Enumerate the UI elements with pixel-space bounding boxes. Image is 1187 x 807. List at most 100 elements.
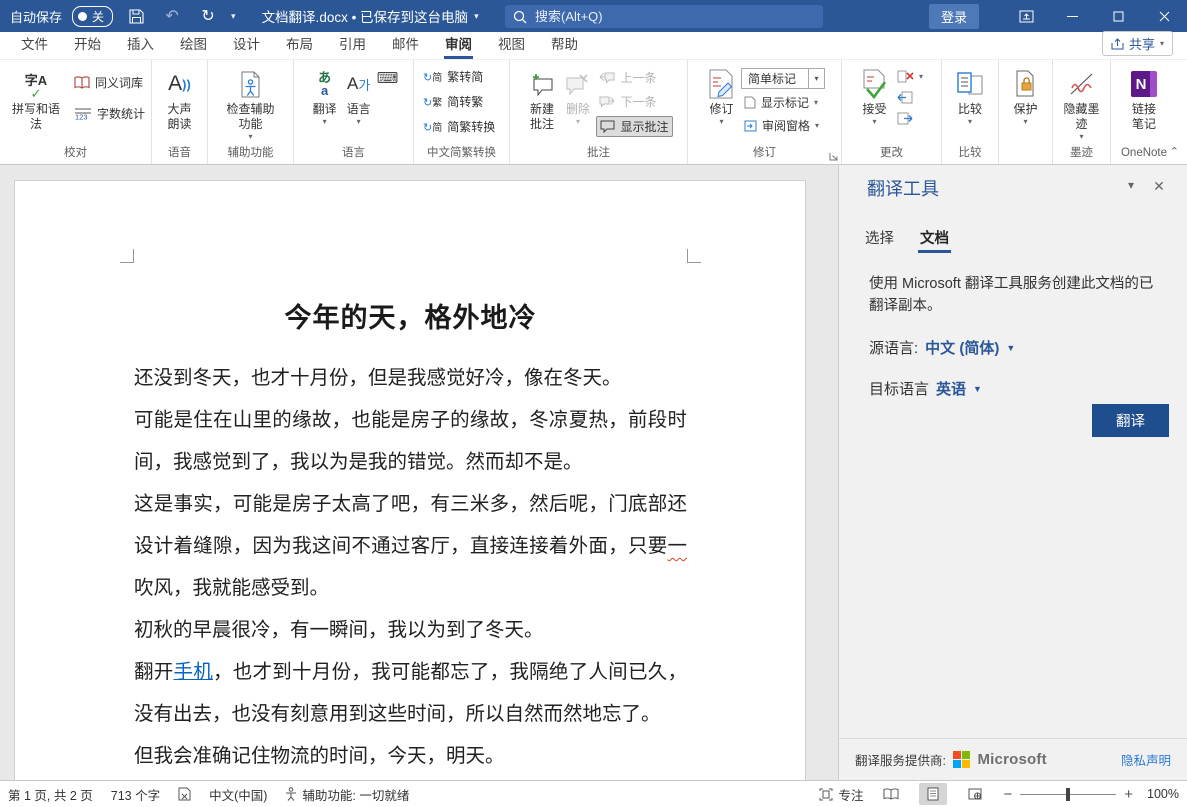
traditional-to-simplified-button[interactable]: ↻简 繁转简 xyxy=(420,67,498,86)
target-language-value[interactable]: 英语 xyxy=(936,378,966,399)
translate-button[interactable]: あ a 翻译 ▾ xyxy=(309,63,341,126)
tab-design[interactable]: 设计 xyxy=(220,28,273,59)
reject-button[interactable]: ▾ xyxy=(894,69,926,84)
close-button[interactable] xyxy=(1141,0,1187,32)
zoom-slider-thumb[interactable] xyxy=(1066,787,1071,801)
zoom-in-button[interactable]: + xyxy=(1124,786,1133,803)
reviewing-pane-button[interactable]: 审阅窗格 ▾ xyxy=(741,116,825,135)
zoom-out-button[interactable]: − xyxy=(1003,786,1012,803)
accessibility-status[interactable]: 辅助功能: 一切就绪 xyxy=(285,785,409,804)
tab-file[interactable]: 文件 xyxy=(8,28,61,59)
show-comments-button[interactable]: 显示批注 xyxy=(596,116,673,137)
hide-ink-button[interactable]: 隐藏墨迹 ▾ xyxy=(1059,63,1104,141)
search-input[interactable] xyxy=(535,9,815,24)
focus-icon xyxy=(819,788,833,801)
tab-home[interactable]: 开始 xyxy=(61,28,114,59)
dialog-launcher-icon[interactable] xyxy=(829,152,838,161)
tab-help[interactable]: 帮助 xyxy=(538,28,591,59)
proofing-status-icon[interactable] xyxy=(178,787,191,801)
group-label: 语音 xyxy=(168,147,191,159)
convert-icon: ↻繁 xyxy=(423,97,443,109)
chevron-down-icon[interactable]: ▼ xyxy=(973,384,982,394)
read-mode-button[interactable] xyxy=(877,783,905,805)
customize-toolbar-chevron-icon[interactable]: ▾ xyxy=(231,11,236,22)
show-markup-button[interactable]: 显示标记 ▾ xyxy=(741,93,825,112)
pane-close-icon[interactable]: ✕ xyxy=(1145,175,1173,195)
pane-options-chevron-icon[interactable]: ▾ xyxy=(1117,175,1145,192)
linked-notes-button[interactable]: N 链接笔记 xyxy=(1127,63,1161,132)
tab-view[interactable]: 视图 xyxy=(485,28,538,59)
simplified-to-traditional-button[interactable]: ↻繁 简转繁 xyxy=(420,92,498,111)
chevron-down-icon: ▾ xyxy=(872,117,877,126)
protect-button[interactable]: 保护 ▾ xyxy=(1009,63,1041,126)
redo-icon[interactable]: ↻ xyxy=(195,4,221,28)
new-comment-button[interactable]: 新建批注 xyxy=(524,63,559,132)
autosave-toggle[interactable]: 关 xyxy=(72,5,114,27)
paragraph[interactable]: 这是事实，可能是房子太高了吧，有三米多，然后呢，门底部还设计着缝隙，因为我这间不… xyxy=(134,483,687,609)
group-speech: A)) 大声朗读 语音 xyxy=(152,60,208,164)
document-title[interactable]: 文档翻译.docx • 已保存到这台电脑 ▾ xyxy=(262,6,479,26)
word-count-button[interactable]: 123 字数统计 xyxy=(71,104,148,123)
focus-mode-button[interactable]: 专注 xyxy=(819,785,863,804)
tab-review[interactable]: 审阅 xyxy=(432,28,485,59)
previous-change-button[interactable] xyxy=(894,90,926,105)
convert-dialog-button[interactable]: ↻简 简繁转换 xyxy=(420,117,498,136)
collapse-ribbon-icon[interactable]: ⌃ xyxy=(1170,145,1179,158)
print-layout-button[interactable] xyxy=(919,783,948,805)
tab-layout[interactable]: 布局 xyxy=(273,28,326,59)
chevron-down-icon: ▾ xyxy=(322,117,327,126)
privacy-link[interactable]: 隐私声明 xyxy=(1121,750,1171,769)
signin-button[interactable]: 登录 xyxy=(928,3,979,29)
tab-references[interactable]: 引用 xyxy=(326,28,379,59)
reviewing-pane-icon xyxy=(744,120,757,132)
save-icon[interactable] xyxy=(123,4,149,28)
document-area[interactable]: 今年的天，格外地冷 还没到冬天，也才十月份，但是我感觉好冷，像在冬天。 可能是住在… xyxy=(0,165,838,780)
zoom-level[interactable]: 100% xyxy=(1147,787,1179,801)
tab-insert[interactable]: 插入 xyxy=(114,28,167,59)
next-comment-button: 下一条 xyxy=(596,92,672,111)
ribbon-display-options-icon[interactable] xyxy=(1003,0,1049,32)
pane-tab-selection[interactable]: 选择 xyxy=(865,227,894,253)
chevron-down-icon: ▾ xyxy=(474,10,479,21)
paragraph[interactable]: 但我会准确记住物流的时间，今天，明天。 xyxy=(134,735,687,777)
track-changes-button[interactable]: 修订 ▾ xyxy=(704,63,739,126)
paragraph[interactable]: 可能是住在山里的缘故，也能是房子的缘故，冬凉夏热，前段时间，我感觉到了，我以为是… xyxy=(134,399,687,483)
group-onenote: N 链接笔记 OneNote xyxy=(1111,60,1177,164)
document-page[interactable]: 今年的天，格外地冷 还没到冬天，也才十月份，但是我感觉好冷，像在冬天。 可能是住在… xyxy=(14,180,806,780)
paragraph[interactable]: 初秋的早晨很冷，有一瞬间，我以为到了冬天。 xyxy=(134,609,687,651)
new-comment-icon xyxy=(528,66,555,102)
paragraph[interactable]: 翻开手机，也才到十月份，我可能都忘了，我隔绝了人间已久，没有出去，也没有刻意用到… xyxy=(134,651,687,735)
tab-mailings[interactable]: 邮件 xyxy=(379,28,432,59)
document-heading[interactable]: 今年的天，格外地冷 xyxy=(134,296,687,335)
translate-action-button[interactable]: 翻译 xyxy=(1092,404,1169,437)
maximize-button[interactable] xyxy=(1095,0,1141,32)
share-button[interactable]: 共享 ▾ xyxy=(1101,31,1173,56)
hyperlink[interactable]: 手机 xyxy=(174,661,214,683)
next-change-button[interactable] xyxy=(894,111,926,126)
web-layout-button[interactable] xyxy=(961,783,989,805)
page-indicator[interactable]: 第 1 页, 共 2 页 xyxy=(8,785,93,804)
chevron-down-icon[interactable]: ▾ xyxy=(808,69,824,88)
zoom-slider[interactable] xyxy=(1020,787,1117,801)
language-indicator[interactable]: 中文(中国) xyxy=(209,785,267,804)
paragraph[interactable]: 还没到冬天，也才十月份，但是我感觉好冷，像在冬天。 xyxy=(134,357,687,399)
search-box[interactable] xyxy=(505,5,823,28)
minimize-button[interactable] xyxy=(1049,0,1095,32)
word-count-indicator[interactable]: 713 个字 xyxy=(111,785,160,804)
chevron-down-icon[interactable]: ▼ xyxy=(1006,343,1015,353)
keyboard-icon[interactable]: ⌨ xyxy=(377,63,399,87)
accept-button[interactable]: 接受 ▾ xyxy=(857,63,892,126)
thesaurus-button[interactable]: 同义词库 xyxy=(71,73,148,92)
chevron-down-icon: ▾ xyxy=(918,72,923,81)
source-language-value[interactable]: 中文 (简体) xyxy=(925,337,999,358)
check-accessibility-button[interactable]: 检查辅助功能 ▾ xyxy=(221,63,279,141)
compare-button[interactable]: 比较 ▾ xyxy=(953,63,987,126)
language-button[interactable]: A가 语言 ▾ xyxy=(343,63,375,126)
spelling-grammar-button[interactable]: 字A ✓ 拼写和语法 xyxy=(3,63,69,132)
pane-tab-document[interactable]: 文档 xyxy=(918,227,951,253)
read-aloud-button[interactable]: A)) 大声朗读 xyxy=(164,63,196,132)
tab-draw[interactable]: 绘图 xyxy=(167,28,220,59)
group-accessibility: 检查辅助功能 ▾ 辅助功能 xyxy=(208,60,294,164)
microsoft-logo xyxy=(952,750,971,769)
display-for-review-combo[interactable]: 简单标记 ▾ xyxy=(741,68,825,89)
